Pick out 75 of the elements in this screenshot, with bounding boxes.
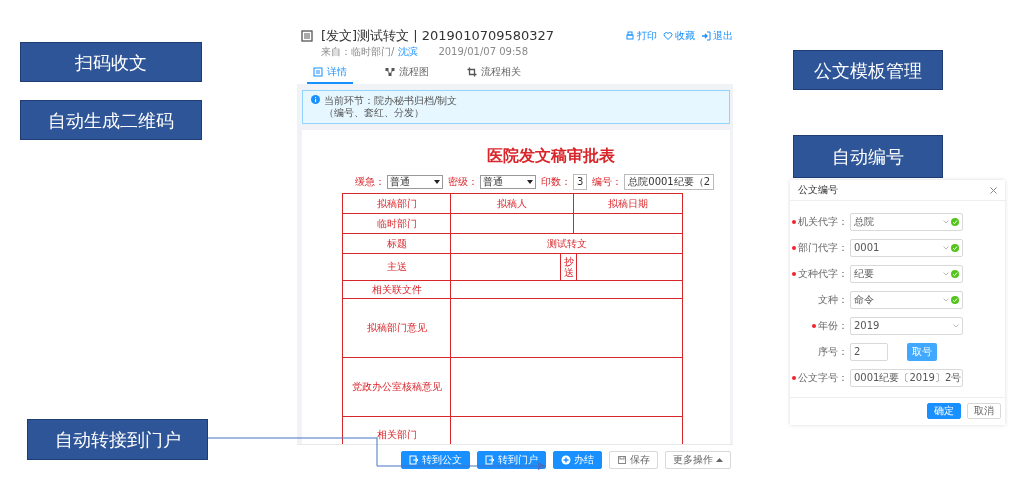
field-label: 公文字号：: [798, 372, 848, 384]
input-field[interactable]: 0001纪要〔2019〕2号: [850, 369, 963, 387]
plus-circle-icon: [561, 454, 571, 465]
select-field[interactable]: 命令: [850, 291, 963, 309]
notice-text: 当前环节：院办秘书归档/制文: [324, 95, 458, 107]
field-label: 缓急：: [354, 176, 385, 188]
notice-text: （编号、套红、分发）: [324, 107, 425, 119]
chevron-down-icon: [943, 298, 949, 302]
caret-down-icon: [433, 180, 440, 184]
field-label: 文种代字：: [798, 268, 848, 280]
toolbar-link[interactable]: 收藏: [663, 30, 695, 42]
action-button[interactable]: 更多操作: [665, 450, 731, 469]
callout-label: 公文模板管理: [793, 50, 943, 90]
input-field[interactable]: 2: [850, 343, 888, 361]
save-icon: [617, 454, 627, 465]
tab[interactable]: 流程图: [379, 63, 435, 84]
share-icon: [485, 454, 495, 465]
tab[interactable]: 流程相关: [461, 63, 527, 84]
field-label: 编号：: [592, 176, 623, 188]
chevron-down-icon: [943, 272, 949, 276]
table-cell: 拟稿人: [451, 194, 574, 214]
table-cell: 测试转文: [451, 234, 683, 254]
field-label: 部门代字：: [798, 242, 848, 254]
table-cell: 拟稿日期: [574, 194, 683, 214]
field-label: 年份：: [818, 320, 848, 332]
person-link[interactable]: 沈滨: [398, 46, 419, 58]
share-icon: [409, 454, 419, 465]
table-cell: 拟稿部门: [343, 194, 451, 214]
field-label: 机关代字：: [798, 216, 848, 228]
callout-label: 自动转接到门户: [27, 419, 208, 460]
close-icon[interactable]: [990, 186, 997, 194]
select-field[interactable]: 总院: [850, 213, 963, 231]
table-cell: 相关联文件: [343, 281, 451, 299]
input-field[interactable]: 3: [572, 174, 588, 190]
exit-icon: [701, 31, 711, 41]
dialog-button[interactable]: 取消: [967, 403, 1001, 419]
callout-label: 自动生成二维码: [20, 100, 202, 140]
info-icon: [311, 95, 320, 104]
dialog-title: 公文编号: [798, 184, 838, 196]
printer-icon: [625, 31, 635, 41]
table-cell: 党政办公室核稿意见: [343, 358, 451, 417]
input-field[interactable]: 总院0001纪要（2: [624, 174, 715, 190]
heart-icon: [663, 31, 673, 41]
field-label: 印数：: [540, 176, 571, 188]
source-text: 来自：临时部门/: [321, 46, 395, 58]
table-cell: 主送: [343, 254, 451, 281]
field-label: 序号：: [818, 346, 848, 358]
select-field[interactable]: 0001: [850, 239, 963, 257]
form-title: 医院发文稿审批表: [486, 145, 616, 166]
table-cell: 临时部门: [343, 214, 451, 234]
document-icon: [301, 30, 313, 42]
select-field[interactable]: 普通: [386, 175, 443, 189]
select-field[interactable]: 普通: [479, 175, 536, 189]
callout-label: 扫码收文: [20, 42, 202, 82]
table-cell: 拟稿部门意见: [343, 299, 451, 358]
action-button[interactable]: 保存: [609, 450, 658, 469]
select-field[interactable]: 2019: [850, 317, 963, 335]
select-field[interactable]: 纪要: [850, 265, 963, 283]
field-label: 密级：: [447, 176, 478, 188]
flowchart-icon: [385, 67, 395, 77]
chevron-down-icon: [943, 246, 949, 250]
caret-down-icon: [526, 180, 533, 184]
caret-up-icon: [716, 457, 723, 462]
table-cell: 抄送: [561, 254, 577, 281]
field-label: 文种：: [818, 294, 848, 306]
table-cell: 标题: [343, 234, 451, 254]
chevron-down-icon: [953, 324, 959, 328]
crop-icon: [467, 67, 477, 77]
callout-label: 自动编号: [793, 135, 943, 178]
toolbar-link[interactable]: 打印: [625, 30, 657, 42]
document-title: [发文]测试转文 | 2019010709580327: [321, 28, 555, 44]
toolbar-link[interactable]: 退出: [701, 30, 733, 42]
chevron-down-icon: [943, 220, 949, 224]
timestamp: 2019/01/07 09:58: [438, 46, 528, 58]
list-icon: [313, 67, 323, 77]
